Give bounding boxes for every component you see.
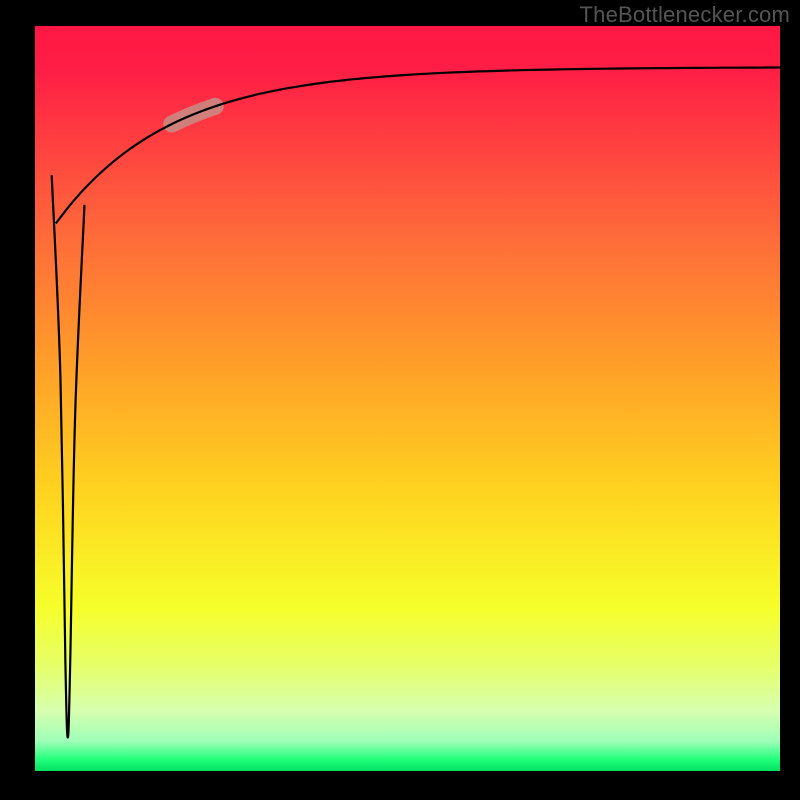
attribution-text: TheBottlenecker.com <box>580 2 790 28</box>
chart-stage: TheBottlenecker.com <box>0 0 800 800</box>
chart-svg <box>0 0 800 800</box>
